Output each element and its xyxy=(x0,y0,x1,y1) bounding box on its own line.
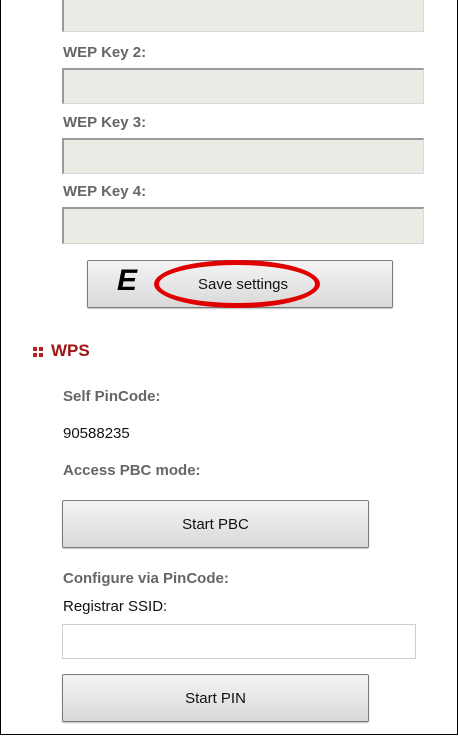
wep-key-1-input[interactable] xyxy=(62,0,424,32)
wep-key-4-label: WEP Key 4: xyxy=(63,183,147,200)
settings-page: WEP Key 2: WEP Key 3: WEP Key 4: Save se… xyxy=(0,0,458,735)
start-pbc-label: Start PBC xyxy=(182,515,249,533)
wep-key-2-input[interactable] xyxy=(62,68,424,104)
start-pin-label: Start PIN xyxy=(185,689,246,707)
access-pbc-label: Access PBC mode: xyxy=(63,462,201,479)
self-pincode-value: 90588235 xyxy=(63,425,130,442)
start-pin-button[interactable]: Start PIN xyxy=(62,674,369,722)
start-pbc-button[interactable]: Start PBC xyxy=(62,500,369,548)
registrar-ssid-label: Registrar SSID: xyxy=(63,598,168,615)
wep-key-4-input[interactable] xyxy=(62,207,424,244)
annotation-highlight-ring xyxy=(154,260,320,308)
annotation-letter: E xyxy=(117,264,138,297)
wep-key-2-label: WEP Key 2: xyxy=(63,44,147,61)
wep-key-3-input[interactable] xyxy=(62,138,424,174)
wps-section-title: WPS xyxy=(51,341,90,360)
registrar-ssid-input[interactable] xyxy=(62,624,416,659)
self-pincode-label: Self PinCode: xyxy=(63,388,161,405)
configure-pincode-label: Configure via PinCode: xyxy=(63,570,229,587)
section-bullet-icon xyxy=(33,347,44,358)
wep-key-3-label: WEP Key 3: xyxy=(63,114,147,131)
